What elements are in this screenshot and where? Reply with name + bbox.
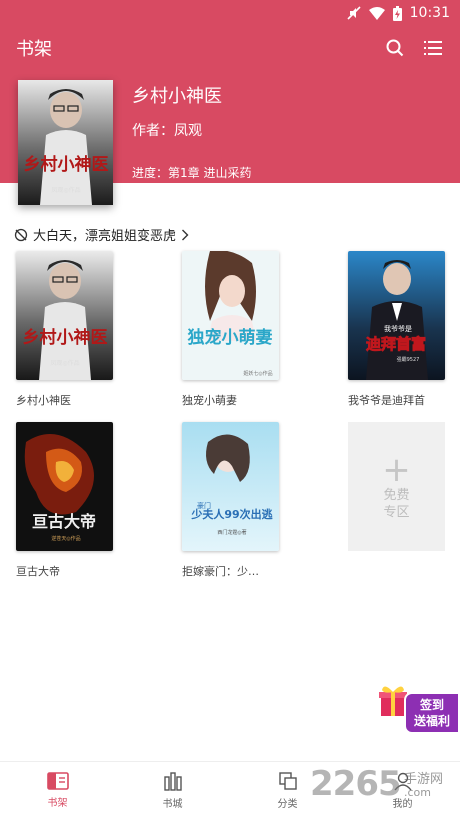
nav-bookshelf[interactable]: 书架 bbox=[0, 762, 115, 819]
book-item[interactable]: 我爷爷是 迪拜首富 强霸9527 我爷爷是迪拜首 bbox=[348, 251, 445, 408]
book-cover-title: 亘古大帝 bbox=[32, 512, 96, 531]
current-book-progress: 进度：第1章 进山采药 bbox=[132, 166, 252, 180]
chevron-right-icon bbox=[182, 229, 189, 240]
book-item[interactable]: 乡村小神医 凤观◎作品 乡村小神医 bbox=[16, 251, 113, 408]
free-zone-button[interactable]: + 免费 专区 bbox=[348, 422, 445, 551]
current-book-cover-credit: 凤观◎作品 bbox=[51, 186, 80, 194]
book-cover-top: 我爷爷是 bbox=[384, 324, 412, 333]
app-bar: 书架 bbox=[0, 26, 460, 70]
bottom-navigation: 书架 书城 分类 我的 bbox=[0, 761, 460, 819]
profile-icon bbox=[393, 772, 412, 791]
book-name: 独宠小萌妻 bbox=[182, 394, 237, 407]
book-cover[interactable]: 乡村小神医 凤观◎作品 bbox=[16, 251, 113, 380]
signin-badge: 签到 送福利 bbox=[404, 692, 460, 734]
book-name: 拒嫁豪门：少… bbox=[182, 565, 259, 578]
book-cover-title: 乡村小神医 bbox=[23, 327, 108, 348]
menu-button[interactable] bbox=[422, 37, 444, 59]
current-book-title[interactable]: 乡村小神医 bbox=[132, 82, 222, 108]
book-name: 亘古大帝 bbox=[16, 565, 60, 578]
book-item[interactable]: 豪门 少夫人99次出逃 西门龙霆◎著 拒嫁豪门：少… bbox=[182, 422, 279, 579]
nav-category-label: 分类 bbox=[277, 799, 298, 810]
signin-label-line1: 签到 bbox=[419, 698, 444, 712]
book-cover-title: 独宠小萌妻 bbox=[188, 327, 273, 348]
nav-profile-label: 我的 bbox=[392, 799, 413, 810]
mute-icon bbox=[347, 6, 361, 20]
book-cover[interactable]: 独宠小萌妻 姬妖七◎作品 bbox=[182, 251, 279, 380]
nav-profile[interactable]: 我的 bbox=[345, 762, 460, 819]
free-zone-label-line2: 专区 bbox=[383, 504, 410, 520]
current-book-cover-title: 乡村小神医 bbox=[24, 154, 109, 175]
signin-label-line2: 送福利 bbox=[413, 714, 450, 728]
book-cover-credit: 姬妖七◎作品 bbox=[243, 370, 272, 377]
menu-icon bbox=[424, 41, 442, 55]
announcement-icon bbox=[14, 228, 28, 241]
free-zone-label-line1: 免费 bbox=[383, 487, 410, 503]
nav-category[interactable]: 分类 bbox=[230, 762, 345, 819]
wifi-icon bbox=[368, 6, 385, 20]
book-cover-credit: 强霸9527 bbox=[397, 357, 420, 363]
book-name: 我爷爷是迪拜首 bbox=[348, 394, 425, 407]
book-cover[interactable]: 我爷爷是 迪拜首富 强霸9527 bbox=[348, 251, 445, 380]
book-cover[interactable]: 豪门 少夫人99次出逃 西门龙霆◎著 bbox=[182, 422, 279, 551]
book-cover[interactable]: 亘古大帝 逆苍天◎作品 bbox=[16, 422, 113, 551]
bookshelf-icon bbox=[46, 772, 69, 790]
plus-icon: + bbox=[382, 449, 411, 490]
signin-reward-button[interactable]: 签到 送福利 bbox=[376, 678, 460, 740]
nav-bookstore[interactable]: 书城 bbox=[115, 762, 230, 819]
notice-text: 大白天，漂亮姐姐变恶虎 bbox=[33, 229, 177, 244]
category-icon bbox=[278, 772, 297, 790]
book-cover-credit: 西门龙霆◎著 bbox=[217, 529, 246, 536]
current-book-cover[interactable]: 乡村小神医 凤观◎作品 bbox=[18, 80, 113, 205]
status-bar: 10:31 bbox=[0, 0, 460, 26]
current-book-author: 作者：凤观 bbox=[132, 123, 202, 139]
book-cover-credit: 逆苍天◎作品 bbox=[51, 535, 80, 542]
book-cover-credit: 凤观◎作品 bbox=[50, 359, 79, 367]
search-button[interactable] bbox=[384, 37, 406, 59]
search-icon bbox=[386, 39, 404, 57]
battery-icon bbox=[392, 5, 402, 21]
book-cover-title: 少夫人99次出逃 bbox=[190, 507, 273, 521]
book-name: 乡村小神医 bbox=[16, 394, 71, 407]
book-item[interactable]: 独宠小萌妻 姬妖七◎作品 独宠小萌妻 bbox=[182, 251, 279, 408]
book-cover-title: 迪拜首富 bbox=[366, 335, 426, 353]
nav-bookshelf-label: 书架 bbox=[47, 798, 68, 809]
page-title: 书架 bbox=[16, 39, 52, 60]
book-item[interactable]: 亘古大帝 逆苍天◎作品 亘古大帝 bbox=[16, 422, 113, 579]
recommend-notice[interactable]: 大白天，漂亮姐姐变恶虎 bbox=[14, 225, 189, 244]
bookshelf-screen: 10:31 书架 乡村小神医 凤观◎作品 乡村小神医 作者：凤观 进度：第1章 … bbox=[0, 0, 460, 819]
bookstore-icon bbox=[163, 772, 182, 791]
status-time: 10:31 bbox=[409, 5, 450, 21]
nav-bookstore-label: 书城 bbox=[162, 799, 183, 810]
